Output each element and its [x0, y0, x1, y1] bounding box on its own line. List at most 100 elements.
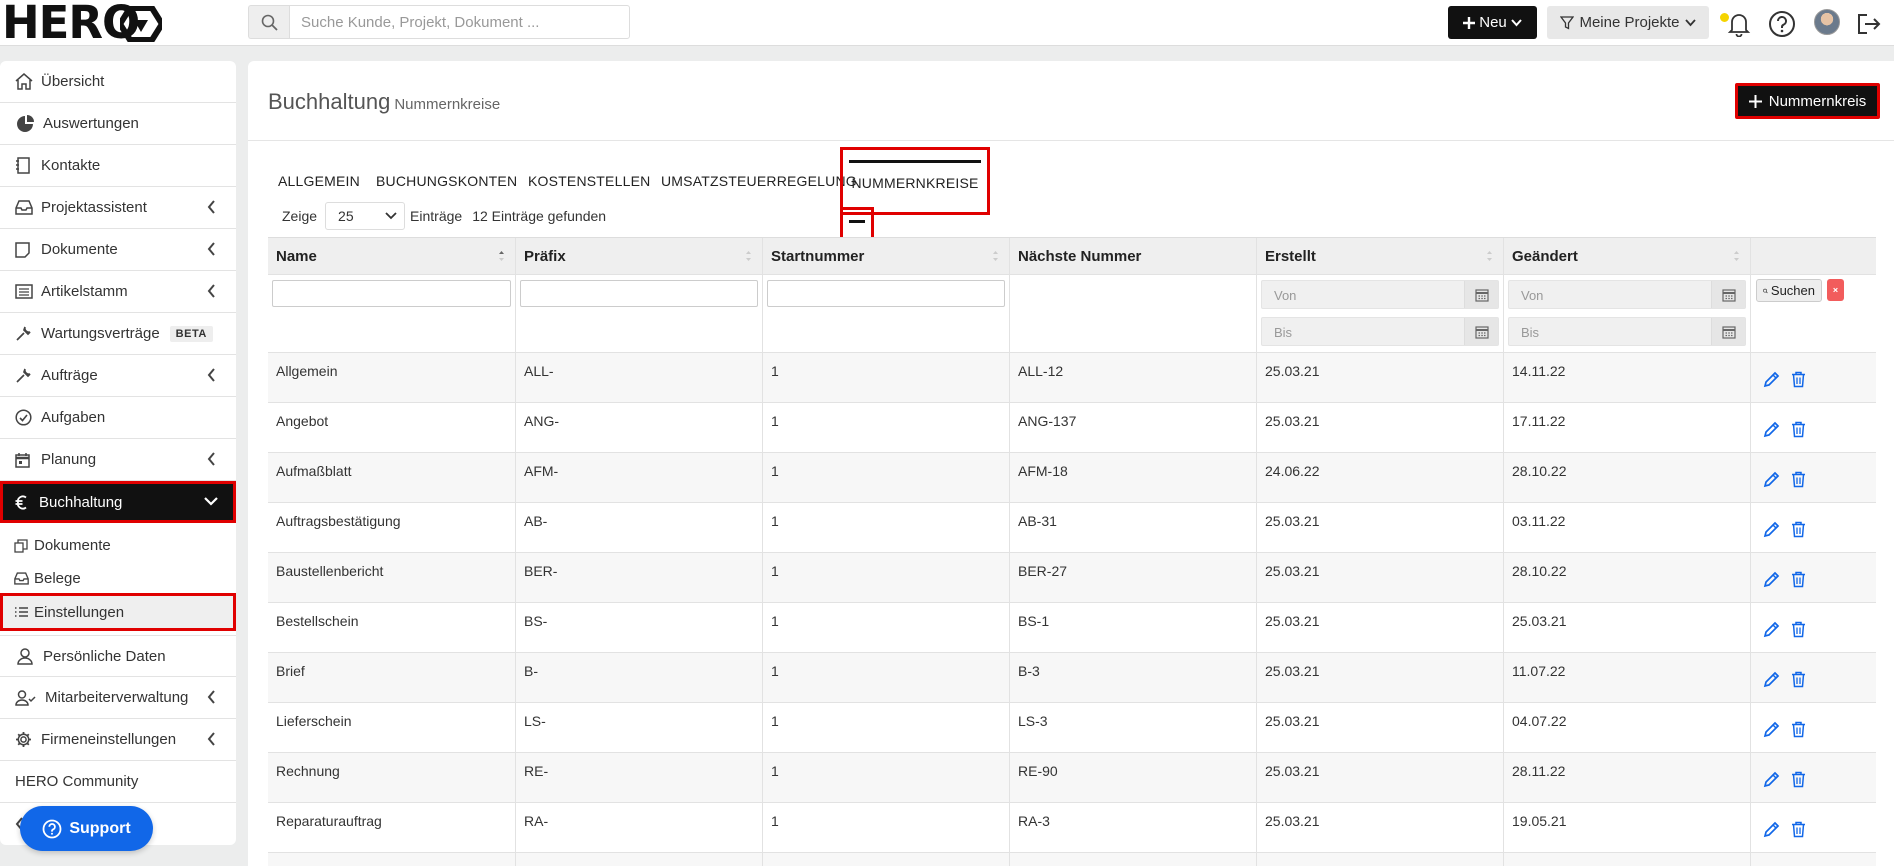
page-length-select[interactable]: 25	[325, 202, 406, 230]
sidebar-item-auftraege[interactable]: Aufträge	[0, 355, 236, 397]
date-placeholder: Bis	[1274, 325, 1293, 340]
length-suffix: Einträge	[410, 208, 463, 224]
filter-geaendert-to[interactable]: Bis	[1508, 317, 1746, 346]
filter-erstellt-to[interactable]: Bis	[1261, 317, 1499, 346]
inbox-icon	[15, 200, 33, 215]
delete-button[interactable]	[1791, 771, 1806, 791]
delete-button[interactable]	[1791, 521, 1806, 541]
col-header-startnummer[interactable]: Startnummer	[762, 238, 1009, 274]
filter-praefix-input[interactable]	[520, 280, 758, 307]
tab-allgemein[interactable]: ALLGEMEIN	[278, 155, 360, 207]
filter-clear-button[interactable]	[1827, 279, 1844, 301]
edit-button[interactable]	[1763, 371, 1780, 391]
delete-button[interactable]	[1791, 371, 1806, 391]
pencil-icon	[1763, 821, 1780, 838]
col-header-name[interactable]: Name	[268, 238, 515, 274]
col-header-naechste-nummer[interactable]: Nächste Nummer	[1009, 238, 1256, 274]
sidebar-subitem-einstellungen[interactable]: Einstellungen	[0, 593, 236, 631]
calendar-icon	[15, 452, 30, 468]
sort-icon	[993, 251, 998, 261]
edit-button[interactable]	[1763, 471, 1780, 491]
tab-umsatzsteuerregelung[interactable]: UMSATZSTEUERREGELUNG	[661, 155, 857, 207]
home-icon	[15, 73, 33, 90]
sidebar-item-auswertungen[interactable]: Auswertungen	[0, 103, 236, 145]
sidebar-item-hero-community[interactable]: HERO Community	[0, 761, 236, 803]
sidebar-item-projektassistent[interactable]: Projektassistent	[0, 187, 236, 229]
sidebar-item-label: Mitarbeiterverwaltung	[45, 689, 189, 706]
edit-button[interactable]	[1763, 671, 1780, 691]
col-header-praefix[interactable]: Präfix	[515, 238, 762, 274]
cell-name: Angebot	[276, 413, 329, 429]
sidebar-item-mitarbeiterverwaltung[interactable]: Mitarbeiterverwaltung	[0, 677, 236, 719]
edit-button[interactable]	[1763, 621, 1780, 641]
search-input[interactable]	[289, 5, 630, 39]
tab-kostenstellen[interactable]: KOSTENSTELLEN	[528, 155, 650, 207]
sidebar-item-kontakte[interactable]: Kontakte	[0, 145, 236, 187]
col-header-geaendert[interactable]: Geändert	[1503, 238, 1750, 274]
edit-button[interactable]	[1763, 721, 1780, 741]
tab-nummernkreise-active[interactable]: NUMMERNKREISE	[840, 147, 990, 215]
user-avatar[interactable]	[1814, 9, 1840, 35]
filter-erstellt-from[interactable]: Von	[1261, 280, 1499, 309]
sidebar-item-firmeneinstellungen[interactable]: Firmeneinstellungen	[0, 719, 236, 761]
sidebar-item-planung[interactable]: Planung	[0, 439, 236, 481]
edit-button[interactable]	[1763, 821, 1780, 841]
date-placeholder: Von	[1521, 288, 1544, 303]
delete-button[interactable]	[1791, 821, 1806, 841]
col-header-actions	[1750, 238, 1876, 274]
tab-buchungskonten[interactable]: BUCHUNGSKONTEN	[376, 155, 517, 207]
filter-search-button[interactable]: Suchen	[1756, 279, 1822, 302]
support-button[interactable]: Support	[20, 806, 153, 851]
delete-button[interactable]	[1791, 471, 1806, 491]
filter-geaendert-from[interactable]: Von	[1508, 280, 1746, 309]
filter-name-input[interactable]	[272, 280, 511, 307]
pencil-icon	[1763, 471, 1780, 488]
delete-button[interactable]	[1791, 621, 1806, 641]
edit-button[interactable]	[1763, 571, 1780, 591]
sidebar-item-uebersicht[interactable]: Übersicht	[0, 61, 236, 103]
sidebar-subitem-dokumente[interactable]: Dokumente	[0, 529, 236, 562]
table-row: WartungsauftragWA-1WA-325.03.2125.03.21	[268, 853, 1876, 866]
edit-button[interactable]	[1763, 421, 1780, 441]
list-icon	[15, 284, 33, 299]
col-header-erstellt[interactable]: Erstellt	[1256, 238, 1503, 274]
cell-praefix: AFM-	[515, 453, 762, 502]
sidebar-item-wartungsvertraege[interactable]: Wartungsverträge BETA	[0, 313, 236, 355]
page-header: Buchhaltung Nummernkreise Nummernkreis	[248, 61, 1894, 141]
cell-erstellt: 25.03.21	[1256, 353, 1503, 402]
sidebar-item-aufgaben[interactable]: Aufgaben	[0, 397, 236, 439]
edit-button[interactable]	[1763, 771, 1780, 791]
filter-icon	[1560, 15, 1575, 30]
logout-button[interactable]	[1854, 9, 1884, 39]
hero-logo[interactable]: HERO	[2, 0, 162, 45]
sidebar-item-artikelstamm[interactable]: Artikelstamm	[0, 271, 236, 313]
cell-actions	[1750, 753, 1876, 802]
my-projects-filter-button[interactable]: Meine Projekte	[1547, 6, 1709, 39]
pencil-icon	[1763, 721, 1780, 738]
page-title-text: Buchhaltung	[268, 89, 391, 114]
filter-cell-naechste	[1009, 275, 1256, 352]
sidebar-item-persoenliche-daten[interactable]: Persönliche Daten	[0, 635, 236, 677]
col-header-label: Startnummer	[771, 247, 865, 265]
trash-icon	[1792, 571, 1805, 588]
cell-naechste-nummer: LS-3	[1009, 703, 1256, 752]
sidebar: Übersicht Auswertungen Kontakte Projekta…	[0, 61, 236, 845]
new-button[interactable]: Neu	[1448, 6, 1537, 39]
delete-button[interactable]	[1791, 421, 1806, 441]
delete-button[interactable]	[1791, 671, 1806, 691]
search-button[interactable]	[248, 5, 289, 39]
cell-geaendert: 03.11.22	[1503, 503, 1750, 552]
sidebar-item-dokumente[interactable]: Dokumente	[0, 229, 236, 271]
delete-button[interactable]	[1791, 571, 1806, 591]
add-nummernkreis-button[interactable]: Nummernkreis	[1735, 83, 1880, 119]
help-button[interactable]	[1767, 9, 1797, 39]
sidebar-item-buchhaltung[interactable]: Buchhaltung	[0, 481, 236, 523]
filter-startnummer-input[interactable]	[767, 280, 1005, 307]
cell-praefix: RA-	[515, 803, 762, 852]
calendar-icon	[1474, 325, 1489, 339]
edit-button[interactable]	[1763, 521, 1780, 541]
sidebar-subitem-belege[interactable]: Belege	[0, 562, 236, 595]
chevron-left-icon	[207, 242, 215, 256]
main-content: Buchhaltung Nummernkreise Nummernkreis AL…	[248, 61, 1894, 866]
delete-button[interactable]	[1791, 721, 1806, 741]
